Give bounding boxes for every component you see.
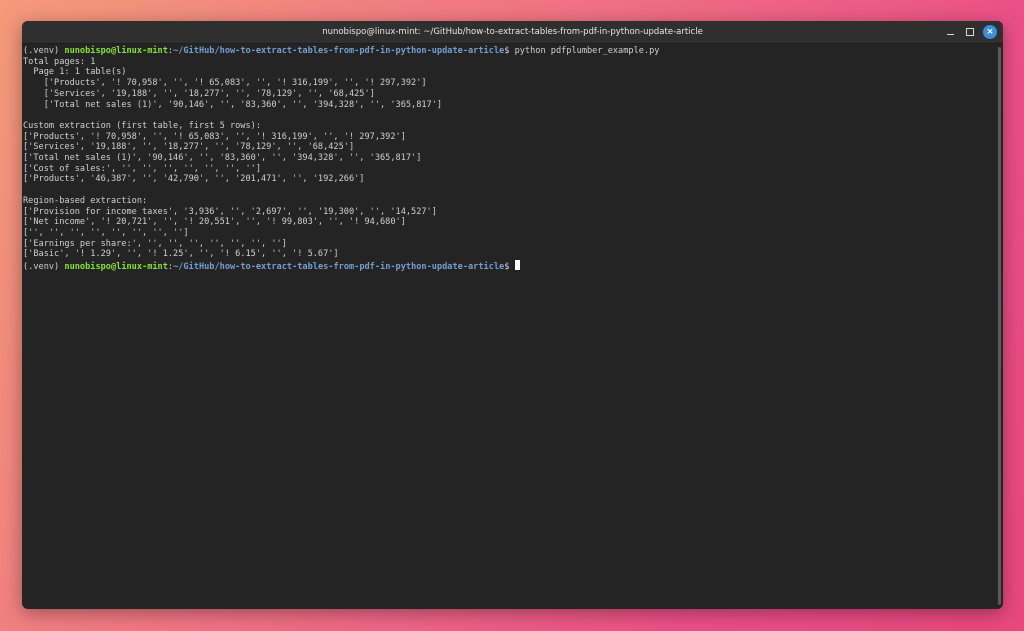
output-line: ['Services', '19,188', '', '18,277', '',… [23, 88, 375, 99]
command-text: python pdfplumber_example.py [514, 46, 660, 56]
output-line: ['Products', '46,387', '', '42,790', '',… [23, 174, 365, 185]
prompt-dollar: $ [504, 46, 515, 56]
title-bar[interactable]: nunobispo@linux-mint: ~/GitHub/how-to-ex… [22, 21, 1003, 44]
output-line: ['Total net sales (1)', '90,146', '', '8… [23, 153, 422, 163]
scrollbar[interactable] [995, 44, 1003, 609]
venv-label: (.venv) [23, 46, 65, 56]
prompt-line: (.venv) nunobispo@linux-mint:~/GitHub/ho… [23, 260, 520, 272]
text-cursor [514, 260, 520, 270]
output-line: ['Cost of sales:', '', '', '', '', '', '… [23, 163, 261, 174]
output-line: Region-based extraction: [23, 195, 148, 206]
output-line: ['Net income', '! 20,721', '', '! 20,551… [23, 217, 406, 228]
output-line: ['Earnings per share:', '', '', '', '', … [23, 238, 287, 249]
output-line: ['Provision for income taxes', '3,936', … [23, 206, 437, 217]
prompt-line: (.venv) nunobispo@linux-mint:~/GitHub/ho… [23, 46, 659, 57]
terminal-window: nunobispo@linux-mint: ~/GitHub/how-to-ex… [22, 21, 1003, 609]
terminal-output[interactable]: (.venv) nunobispo@linux-mint:~/GitHub/ho… [22, 44, 995, 609]
cwd-path: ~/GitHub/how-to-extract-tables-from-pdf-… [173, 46, 505, 56]
output-line: Page 1: 1 table(s) [23, 67, 127, 78]
output-line: ['Products', '! 70,958', '', '! 65,083',… [23, 131, 406, 142]
output-line: ['Products', '! 70,958', '', '! 65,083',… [23, 78, 427, 89]
window-controls: × [937, 25, 997, 39]
window-title: nunobispo@linux-mint: ~/GitHub/how-to-ex… [322, 27, 703, 37]
close-icon: × [986, 27, 994, 37]
minimize-button[interactable] [943, 25, 957, 39]
output-line: Total pages: 1 [23, 56, 96, 67]
cwd-path: ~/GitHub/how-to-extract-tables-from-pdf-… [173, 262, 505, 272]
output-line: ['Total net sales (1)', '90,146', '', '8… [23, 99, 443, 110]
output-line: ['Services', '19,188', '', '18,277', '',… [23, 142, 355, 153]
user-host: nunobispo@linux-mint [64, 262, 168, 272]
venv-label: (.venv) [23, 262, 65, 272]
output-line: ['', '', '', '', '', '', '', ''] [23, 227, 189, 238]
scrollbar-thumb[interactable] [998, 47, 1001, 605]
user-host: nunobispo@linux-mint [64, 46, 168, 56]
output-line: ['Basic', '! 1.29', '', '! 1.25', '', '!… [23, 249, 339, 260]
maximize-icon [966, 28, 974, 36]
prompt-dollar: $ [504, 262, 515, 272]
close-button[interactable]: × [983, 25, 997, 39]
output-line: Custom extraction (first table, first 5 … [23, 120, 261, 131]
maximize-button[interactable] [963, 25, 977, 39]
minimize-icon [946, 33, 954, 35]
